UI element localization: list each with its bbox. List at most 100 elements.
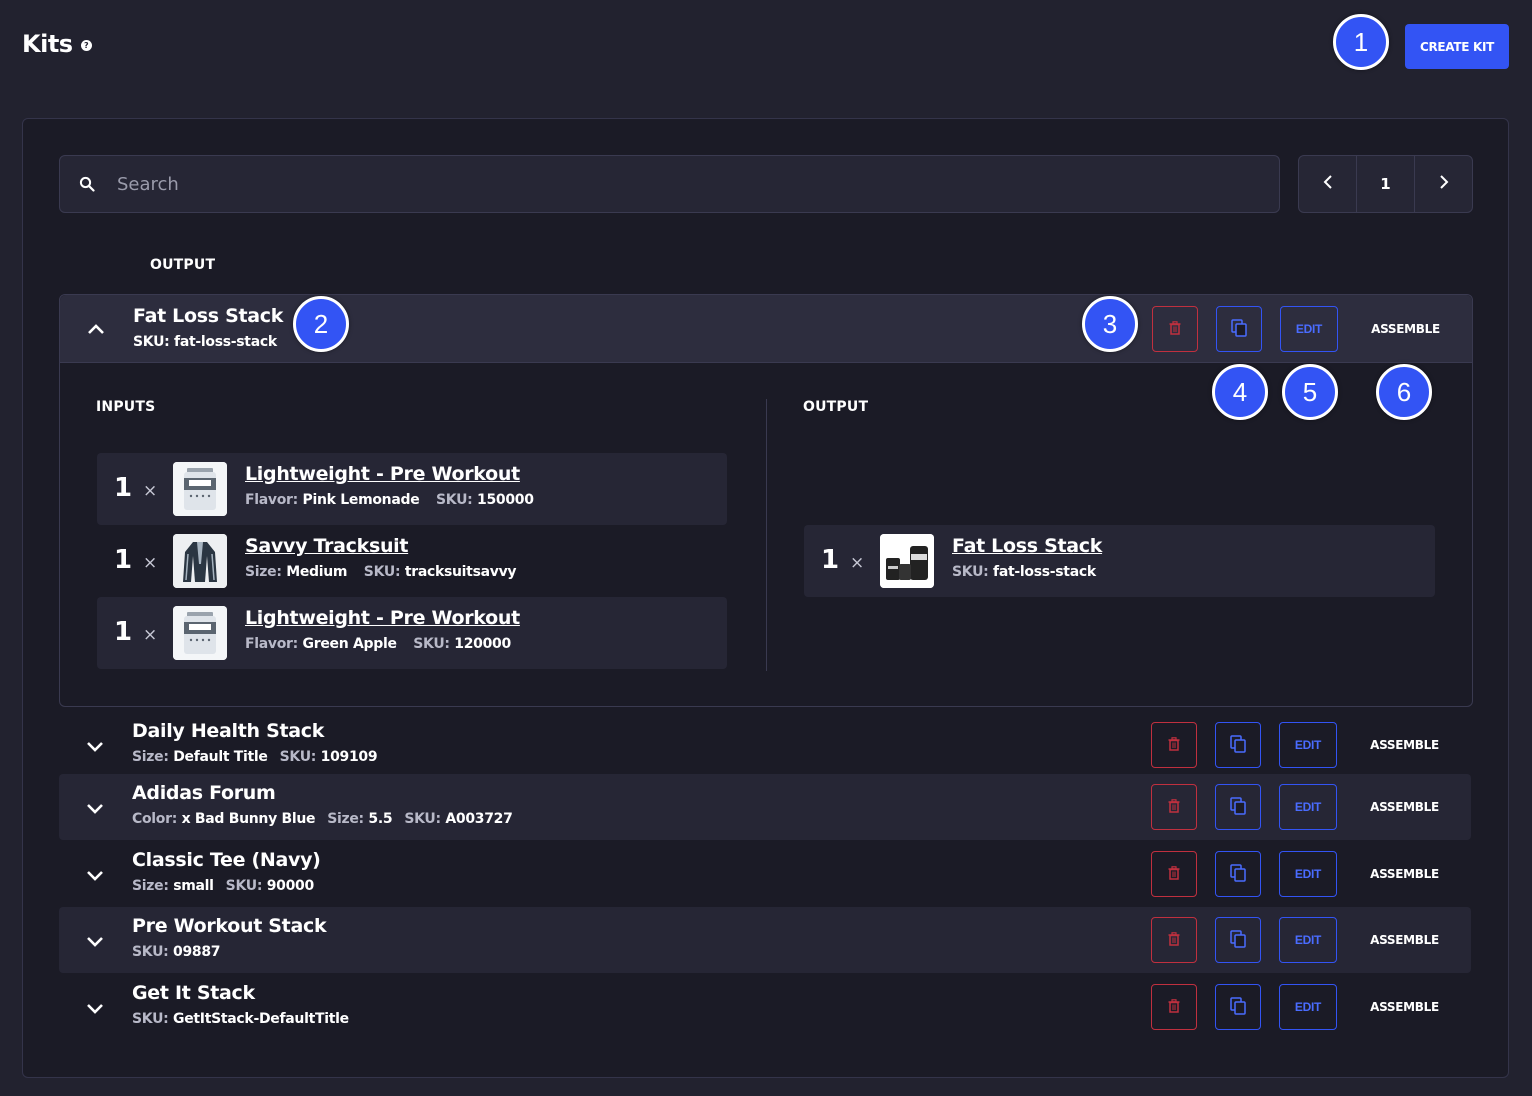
sku-label: SKU: [413, 636, 450, 652]
meta-value: A003727 [445, 811, 513, 827]
kit-row[interactable]: Adidas Forum Color: x Bad Bunny Blue Size:… [59, 774, 1471, 840]
meta-label: SKU: [132, 944, 169, 960]
attr-label: Flavor: [245, 636, 298, 652]
assemble-button[interactable]: ASSEMBLE [1355, 784, 1454, 830]
kit-meta: Size: Default Title SKU: 109109 [132, 749, 378, 765]
trash-icon [1168, 736, 1180, 754]
meta-label: Size: [132, 749, 169, 765]
meta-label: Color: [132, 811, 178, 827]
edit-button[interactable]: EDIT [1279, 917, 1337, 963]
kit-row[interactable]: Pre Workout Stack SKU: 09887 EDIT ASSEMBLE [59, 907, 1471, 973]
tracksuit-image [173, 534, 227, 588]
edit-button[interactable]: EDIT [1279, 851, 1337, 897]
search-input[interactable] [117, 173, 1279, 195]
chevron-down-icon[interactable] [85, 736, 105, 756]
item-meta: Flavor: Green Apple SKU: 120000 [245, 636, 511, 652]
assemble-button[interactable]: ASSEMBLE [1355, 851, 1454, 897]
chevron-down-icon[interactable] [85, 998, 105, 1018]
item-link[interactable]: Lightweight - Pre Workout [245, 607, 520, 629]
supplement-stack-image [880, 534, 934, 588]
item-quantity: 1 [114, 617, 133, 647]
meta-value: 5.5 [368, 811, 393, 827]
item-link[interactable]: Lightweight - Pre Workout [245, 463, 520, 485]
item-meta: Flavor: Pink Lemonade SKU: 150000 [245, 492, 534, 508]
chevron-up-icon[interactable] [86, 319, 106, 339]
assemble-button[interactable]: ASSEMBLE [1355, 722, 1454, 768]
edit-button[interactable]: EDIT [1280, 306, 1338, 352]
copy-icon [1230, 863, 1246, 885]
meta-value: x Bad Bunny Blue [181, 811, 316, 827]
annotation-marker-2: 2 [293, 296, 349, 352]
duplicate-button[interactable] [1215, 784, 1261, 830]
kit-meta: Color: x Bad Bunny Blue Size: 5.5 SKU: A00… [132, 811, 513, 827]
edit-button[interactable]: EDIT [1279, 784, 1337, 830]
search-icon [79, 176, 95, 192]
attr-label: Flavor: [245, 492, 298, 508]
item-link[interactable]: Fat Loss Stack [952, 535, 1102, 557]
create-kit-button[interactable]: CREATE KIT [1405, 24, 1509, 69]
kit-row[interactable]: Classic Tee (Navy) Size: small SKU: 90000 E… [59, 841, 1471, 907]
delete-button[interactable] [1151, 984, 1197, 1030]
annotation-marker-5: 5 [1282, 364, 1338, 420]
edit-button[interactable]: EDIT [1279, 984, 1337, 1030]
meta-value: 09887 [173, 944, 221, 960]
item-meta: Size: Medium SKU: tracksuitsavvy [245, 564, 517, 580]
duplicate-button[interactable] [1215, 851, 1261, 897]
sku-value: fat-loss-stack [174, 334, 277, 350]
kit-meta: Size: small SKU: 90000 [132, 878, 314, 894]
expanded-kit: Fat Loss Stack SKU: fat-loss-stack EDIT … [59, 294, 1473, 707]
attr-value: Medium [286, 564, 348, 580]
chevron-down-icon[interactable] [85, 798, 105, 818]
meta-label: SKU: [132, 1011, 169, 1027]
delete-button[interactable] [1151, 722, 1197, 768]
chevron-down-icon[interactable] [85, 865, 105, 885]
assemble-button[interactable]: ASSEMBLE [1355, 984, 1454, 1030]
sku-label: SKU: [952, 564, 989, 580]
expanded-kit-header[interactable]: Fat Loss Stack SKU: fat-loss-stack EDIT … [60, 295, 1472, 363]
chevron-left-icon [1322, 174, 1334, 194]
chevron-down-icon[interactable] [85, 931, 105, 951]
kit-meta: SKU: fat-loss-stack [133, 334, 277, 350]
kit-row[interactable]: Get It Stack SKU: GetItStack-DefaultTitle… [59, 974, 1471, 1040]
delete-button[interactable] [1152, 306, 1198, 352]
times-icon: × [143, 553, 158, 573]
duplicate-button[interactable] [1215, 722, 1261, 768]
next-page-button[interactable] [1415, 156, 1472, 212]
assemble-button[interactable]: ASSEMBLE [1355, 917, 1454, 963]
prev-page-button[interactable] [1299, 156, 1356, 212]
assemble-button[interactable]: ASSEMBLE [1356, 306, 1455, 352]
kit-name: Adidas Forum [132, 782, 276, 804]
times-icon: × [850, 553, 865, 573]
kit-row[interactable]: Daily Health Stack Size: Default Title SKU… [59, 712, 1471, 778]
duplicate-button[interactable] [1216, 306, 1262, 352]
delete-button[interactable] [1151, 917, 1197, 963]
copy-icon [1230, 996, 1246, 1018]
attr-value: Pink Lemonade [302, 492, 420, 508]
output-label: OUTPUT [803, 399, 869, 415]
times-icon: × [143, 481, 158, 501]
search-bar [59, 155, 1280, 213]
delete-button[interactable] [1151, 851, 1197, 897]
duplicate-button[interactable] [1215, 984, 1261, 1030]
meta-label: Size: [327, 811, 364, 827]
copy-icon [1230, 734, 1246, 756]
attr-label: Size: [245, 564, 282, 580]
sku-value: fat-loss-stack [993, 564, 1096, 580]
sku-label: SKU: [436, 492, 473, 508]
duplicate-button[interactable] [1215, 917, 1261, 963]
item-link[interactable]: Savvy Tracksuit [245, 535, 408, 557]
delete-button[interactable] [1151, 784, 1197, 830]
item-quantity: 1 [114, 545, 133, 575]
pagination: 1 [1298, 155, 1473, 213]
attr-value: Green Apple [302, 636, 397, 652]
trash-icon [1169, 320, 1181, 338]
sku-value: 150000 [477, 492, 534, 508]
edit-button[interactable]: EDIT [1279, 722, 1337, 768]
annotation-marker-3: 3 [1082, 296, 1138, 352]
kit-name: Daily Health Stack [132, 720, 325, 742]
help-icon[interactable]: ? [80, 39, 92, 51]
current-page[interactable]: 1 [1356, 156, 1415, 212]
bulk-tub-image [173, 606, 227, 660]
page-title: Kits ? [22, 30, 92, 58]
meta-value: 90000 [266, 878, 315, 894]
